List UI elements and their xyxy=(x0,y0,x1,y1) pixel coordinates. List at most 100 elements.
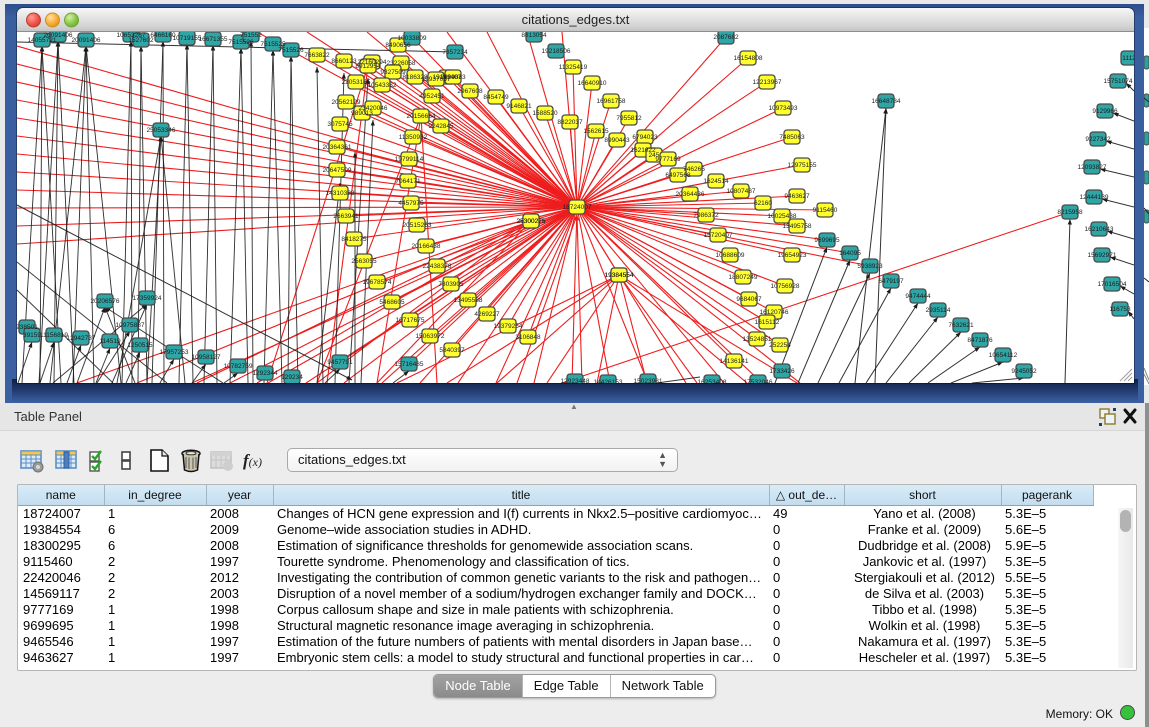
svg-text:19218506: 19218506 xyxy=(542,48,571,55)
svg-text:16210643: 16210643 xyxy=(1085,226,1114,233)
svg-text:7663822: 7663822 xyxy=(304,52,330,59)
svg-text:16671355: 16671355 xyxy=(199,36,228,43)
svg-text:19384554: 19384554 xyxy=(605,272,634,279)
svg-text:20091406: 20091406 xyxy=(72,37,101,44)
svg-text:17957253: 17957253 xyxy=(160,349,189,356)
svg-text:15063972: 15063972 xyxy=(416,333,445,340)
svg-text:7515526: 7515526 xyxy=(228,39,254,46)
svg-text:39159: 39159 xyxy=(23,332,41,339)
svg-text:2087682: 2087682 xyxy=(713,34,739,41)
svg-text:17016504: 17016504 xyxy=(1098,281,1127,288)
svg-text:1733426: 1733426 xyxy=(769,368,795,375)
svg-text:16648784: 16648784 xyxy=(872,98,901,105)
svg-text:8418275: 8418275 xyxy=(341,236,367,243)
svg-text:1588520: 1588520 xyxy=(532,110,558,117)
svg-text:9699695: 9699695 xyxy=(814,237,840,244)
svg-text:9129966: 9129966 xyxy=(1092,108,1118,115)
svg-text:14426153: 14426153 xyxy=(594,379,623,383)
svg-text:14136141: 14136141 xyxy=(720,358,749,365)
svg-text:3106848: 3106848 xyxy=(515,334,541,341)
svg-text:20156684: 20156684 xyxy=(407,113,436,120)
svg-text:20166438: 20166438 xyxy=(412,243,441,250)
svg-text:2663941: 2663941 xyxy=(333,213,359,220)
svg-text:18807249: 18807249 xyxy=(729,274,758,281)
svg-text:19678574: 19678574 xyxy=(363,279,392,286)
svg-text:9146821: 9146821 xyxy=(506,103,532,110)
svg-text:252254: 252254 xyxy=(769,342,791,349)
svg-text:8912954: 8912954 xyxy=(355,63,381,70)
svg-text:2563055: 2563055 xyxy=(351,258,377,265)
svg-text:12213967: 12213967 xyxy=(753,79,782,86)
svg-text:10807487: 10807487 xyxy=(727,188,756,195)
svg-text:10654112: 10654112 xyxy=(989,352,1018,359)
svg-text:9463627: 9463627 xyxy=(784,193,810,200)
svg-text:8813054: 8813054 xyxy=(521,32,547,39)
svg-text:1292344: 1292344 xyxy=(252,370,278,377)
svg-text:7632621: 7632621 xyxy=(948,322,974,329)
svg-text:6479197: 6479197 xyxy=(878,278,904,285)
svg-text:22053165: 22053165 xyxy=(342,79,371,86)
svg-text:8990443: 8990443 xyxy=(604,137,630,144)
svg-text:11350932: 11350932 xyxy=(399,134,428,141)
svg-text:6497568: 6497568 xyxy=(665,172,691,179)
svg-text:12975155: 12975155 xyxy=(788,162,817,169)
svg-text:20647509: 20647509 xyxy=(323,167,352,174)
svg-text:9115460: 9115460 xyxy=(813,207,838,214)
svg-text:7303905: 7303905 xyxy=(438,281,464,288)
svg-text:8822037: 8822037 xyxy=(557,119,583,126)
svg-text:5938923: 5938923 xyxy=(857,263,883,270)
svg-text:9457791: 9457791 xyxy=(327,359,353,366)
svg-text:8454749: 8454749 xyxy=(483,94,509,101)
svg-text:1562615: 1562615 xyxy=(583,128,609,135)
svg-text:16154808: 16154808 xyxy=(734,55,763,62)
svg-text:4457975: 4457975 xyxy=(398,200,424,207)
svg-text:7064171: 7064171 xyxy=(395,178,421,185)
svg-text:2999883: 2999883 xyxy=(440,74,466,81)
svg-text:12942737: 12942737 xyxy=(67,335,96,342)
svg-text:10688609: 10688609 xyxy=(716,252,745,259)
svg-text:17532046: 17532046 xyxy=(744,379,773,383)
svg-text:10958127: 10958127 xyxy=(192,354,221,361)
svg-text:20364436: 20364436 xyxy=(676,191,705,198)
svg-text:938501: 938501 xyxy=(17,324,38,331)
svg-text:7485063: 7485063 xyxy=(779,134,805,141)
svg-text:22438378: 22438378 xyxy=(423,263,452,270)
svg-text:8471876: 8471876 xyxy=(967,337,993,344)
svg-text:3075745: 3075745 xyxy=(327,121,353,128)
svg-text:11325419: 11325419 xyxy=(559,64,588,71)
svg-text:19379254: 19379254 xyxy=(494,323,523,330)
svg-text:20091406: 20091406 xyxy=(44,32,73,39)
svg-text:13524851: 13524851 xyxy=(743,336,772,343)
svg-text:10975887: 10975887 xyxy=(116,322,145,329)
svg-text:9684067: 9684067 xyxy=(736,296,762,303)
svg-text:10543382: 10543382 xyxy=(368,82,397,89)
svg-text:114519: 114519 xyxy=(99,338,121,345)
svg-text:15720407: 15720407 xyxy=(704,232,733,239)
svg-text:10033809: 10033809 xyxy=(398,35,427,42)
svg-text:10719155: 10719155 xyxy=(173,35,202,42)
svg-text:10756928: 10756928 xyxy=(771,283,800,290)
svg-text:15023981: 15023981 xyxy=(634,378,663,383)
svg-text:13495758: 13495758 xyxy=(783,223,812,230)
svg-text:18724007: 18724007 xyxy=(563,204,592,211)
svg-text:23420046: 23420046 xyxy=(359,105,388,112)
svg-text:20562129: 20562129 xyxy=(332,99,361,106)
svg-text:2967608: 2967608 xyxy=(457,88,483,95)
svg-text:20515263: 20515263 xyxy=(403,222,432,229)
svg-text:25053346: 25053346 xyxy=(147,127,176,134)
svg-text:8490656: 8490656 xyxy=(385,42,411,49)
svg-text:10025438: 10025438 xyxy=(768,213,797,220)
svg-text:7357234: 7357234 xyxy=(442,49,468,56)
svg-text:9777169: 9777169 xyxy=(655,156,681,163)
svg-text:2935114: 2935114 xyxy=(926,307,951,314)
svg-text:164095: 164095 xyxy=(839,250,861,257)
svg-text:14310388: 14310388 xyxy=(326,190,355,197)
svg-text:16640910: 16640910 xyxy=(578,80,607,87)
svg-text:1624514: 1624514 xyxy=(703,178,729,185)
svg-text:10717675: 10717675 xyxy=(396,317,425,324)
svg-text:19799114: 19799114 xyxy=(395,156,424,163)
svg-text:12444139: 12444139 xyxy=(1080,194,1109,201)
svg-text:23226058: 23226058 xyxy=(387,60,416,67)
svg-text:751552: 751552 xyxy=(240,32,262,39)
svg-text:16253408: 16253408 xyxy=(698,379,727,383)
